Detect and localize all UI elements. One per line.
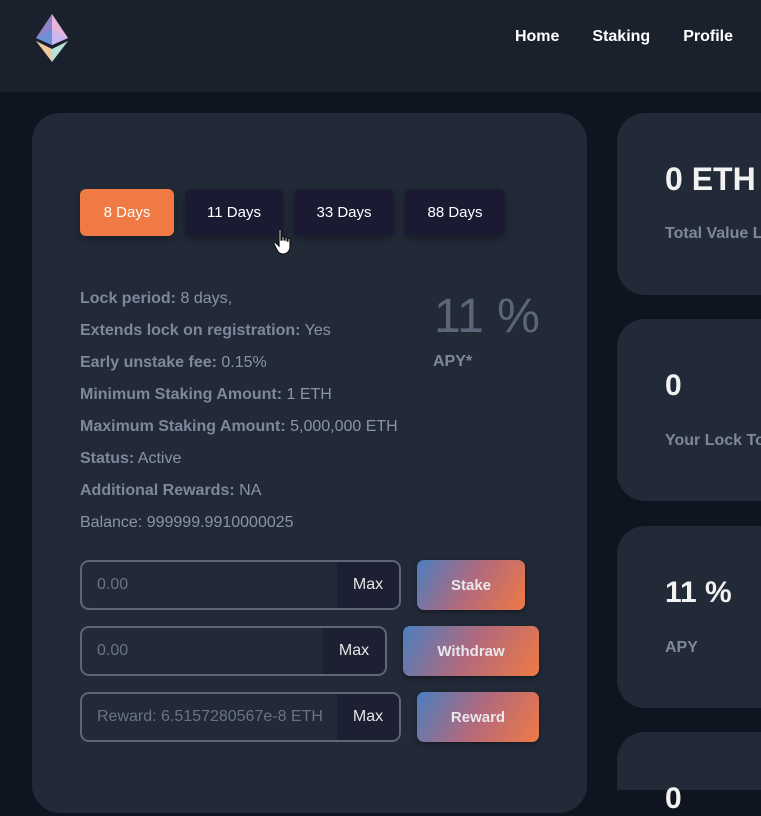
lock-period-label: Lock period: xyxy=(80,290,177,307)
your-lock-card: 0 Your Lock To xyxy=(617,319,761,501)
withdraw-input-group: Max xyxy=(80,626,387,676)
extends-lock-value: Yes xyxy=(304,322,331,339)
your-lock-label: Your Lock To xyxy=(665,432,761,449)
reward-button[interactable]: Reward xyxy=(417,692,539,742)
max-amount-label: Maximum Staking Amount: xyxy=(80,418,286,435)
min-amount-label: Minimum Staking Amount: xyxy=(80,386,283,403)
apy-label: APY* xyxy=(433,353,473,370)
pool-details: Lock period: 8 days, Extends lock on reg… xyxy=(80,289,398,545)
lock-period-tabs: 8 Days 11 Days 33 Days 88 Days xyxy=(80,189,516,236)
tab-11-days[interactable]: 11 Days xyxy=(185,189,283,236)
apy-card-label: APY xyxy=(665,639,698,656)
early-fee-label: Early unstake fee: xyxy=(80,354,217,371)
apy-card-value: 11 % xyxy=(665,576,732,609)
early-fee-value: 0.15% xyxy=(221,354,267,371)
max-amount-row: Maximum Staking Amount: 5,000,000 ETH xyxy=(80,417,398,449)
reward-input-group: Max xyxy=(80,692,401,742)
apy-value: 11 % xyxy=(434,290,540,343)
total-value-amount: 0 ETH xyxy=(665,161,756,197)
min-amount-row: Minimum Staking Amount: 1 ETH xyxy=(80,385,398,417)
fourth-card: 0 xyxy=(617,732,761,815)
main-nav: Home Staking Profile xyxy=(515,28,761,46)
status-value: Active xyxy=(137,450,182,467)
lock-period-value: 8 days, xyxy=(180,290,233,307)
reward-max-button[interactable]: Max xyxy=(337,694,399,740)
additional-rewards-row: Additional Rewards: NA xyxy=(80,481,398,513)
nav-profile[interactable]: Profile xyxy=(683,28,733,46)
extends-lock-label: Extends lock on registration: xyxy=(80,322,301,339)
your-lock-amount: 0 xyxy=(665,369,682,402)
withdraw-amount-input[interactable] xyxy=(82,628,323,674)
min-amount-value: 1 ETH xyxy=(286,386,332,403)
stake-row: Max Stake xyxy=(80,560,525,610)
apy-card: 11 % APY xyxy=(617,526,761,708)
tab-8-days[interactable]: 8 Days xyxy=(80,189,174,236)
reward-input[interactable] xyxy=(82,694,337,740)
withdraw-row: Max Withdraw xyxy=(80,626,539,676)
status-row: Status: Active xyxy=(80,449,398,481)
additional-rewards-value: NA xyxy=(239,482,262,499)
tab-33-days[interactable]: 33 Days xyxy=(294,189,394,236)
lock-period-row: Lock period: 8 days, xyxy=(80,289,398,321)
stake-input-group: Max xyxy=(80,560,401,610)
tab-88-days[interactable]: 88 Days xyxy=(405,189,505,236)
balance-text: Balance: 999999.9910000025 xyxy=(80,514,294,531)
additional-rewards-label: Additional Rewards: xyxy=(80,482,235,499)
withdraw-max-button[interactable]: Max xyxy=(323,628,385,674)
fourth-card-value: 0 xyxy=(665,782,682,815)
total-value-label: Total Value L xyxy=(665,225,761,242)
total-value-card: 0 ETH Total Value L xyxy=(617,113,761,295)
staking-card: 8 Days 11 Days 33 Days 88 Days Lock peri… xyxy=(32,113,587,813)
ethereum-logo-icon[interactable] xyxy=(36,14,68,62)
max-amount-value: 5,000,000 ETH xyxy=(290,418,398,435)
stake-max-button[interactable]: Max xyxy=(337,562,399,608)
reward-row: Max Reward xyxy=(80,692,539,742)
stake-button[interactable]: Stake xyxy=(417,560,525,610)
stake-amount-input[interactable] xyxy=(82,562,337,608)
extends-lock-row: Extends lock on registration: Yes xyxy=(80,321,398,353)
early-fee-row: Early unstake fee: 0.15% xyxy=(80,353,398,385)
header: Home Staking Profile xyxy=(0,0,761,92)
nav-staking[interactable]: Staking xyxy=(592,28,650,46)
withdraw-button[interactable]: Withdraw xyxy=(403,626,539,676)
hand-pointer-icon xyxy=(273,228,291,255)
status-label: Status: xyxy=(80,450,135,467)
nav-home[interactable]: Home xyxy=(515,28,559,46)
